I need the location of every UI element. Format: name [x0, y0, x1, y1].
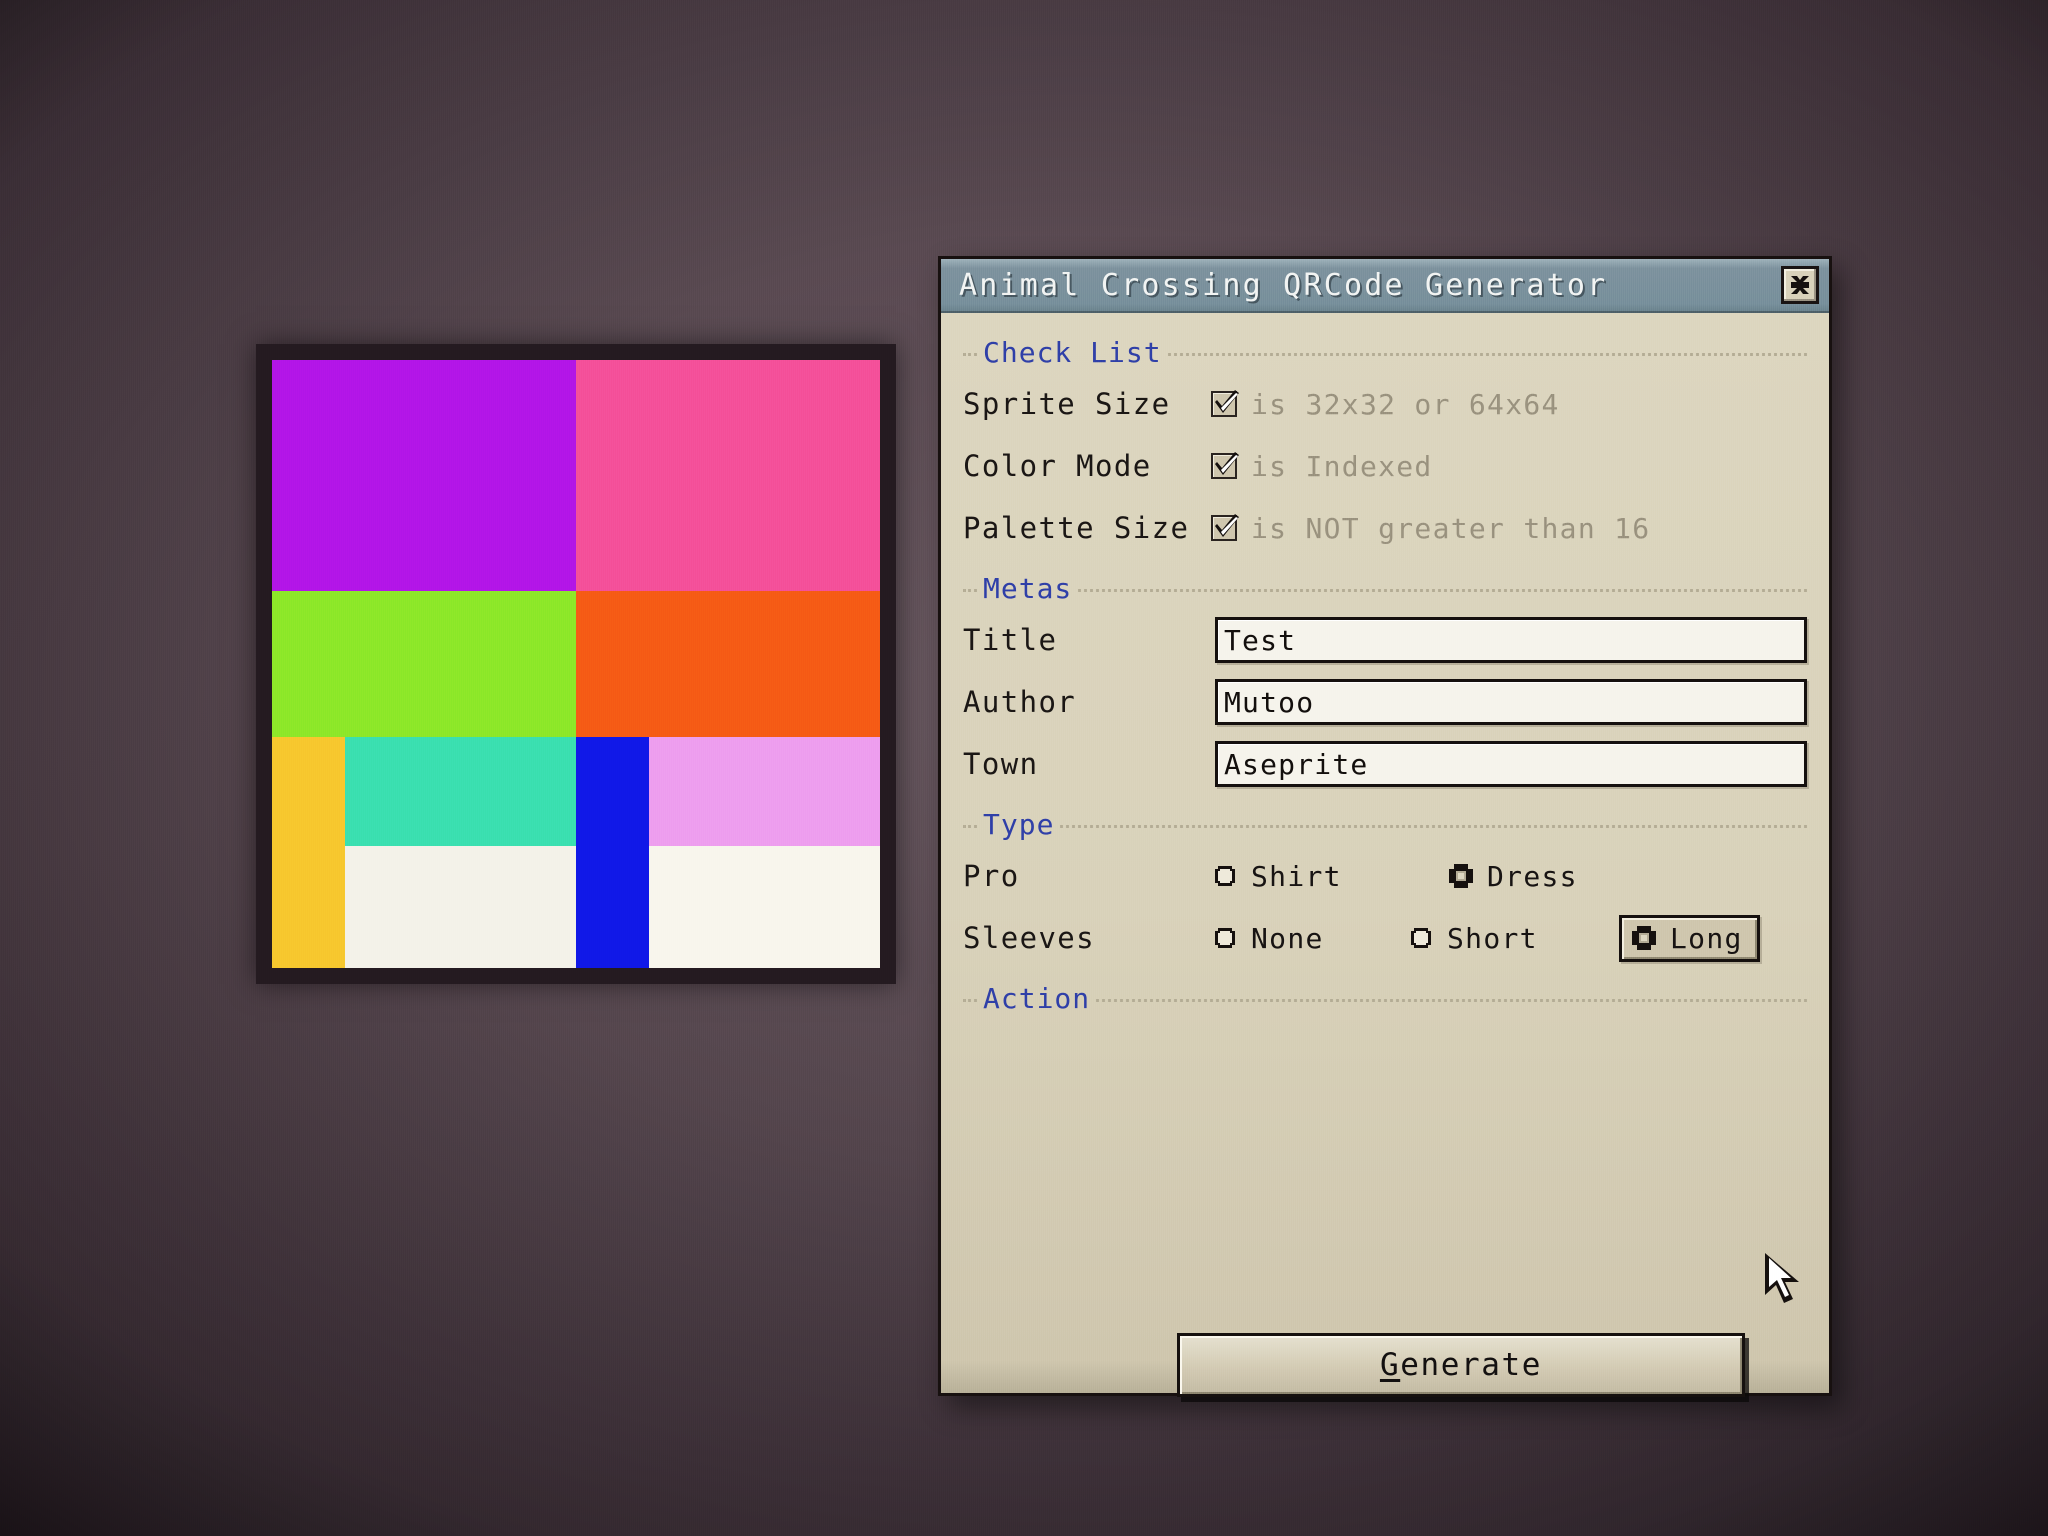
group-dash-right — [1078, 588, 1807, 592]
radio-short[interactable] — [1407, 924, 1435, 952]
check-label-palette-size: Palette Size — [963, 511, 1190, 545]
sprite-color-block — [344, 846, 576, 968]
checkbox-sprite-size[interactable] — [1211, 390, 1239, 417]
generate-button-label: Generate — [1379, 1347, 1543, 1383]
checkmark-icon — [1215, 514, 1239, 537]
sprite-color-grid — [272, 360, 880, 968]
group-header-check-list: Check List — [963, 335, 1807, 369]
checkbox-palette-size[interactable] — [1211, 514, 1239, 541]
check-text-sprite-size: is 32x32 or 64x64 — [1251, 387, 1560, 421]
radio-shirt[interactable] — [1211, 862, 1239, 890]
check-text-palette-size: is NOT greater than 16 — [1251, 511, 1651, 545]
checkmark-icon — [1215, 452, 1239, 475]
radio-long[interactable] — [1630, 924, 1658, 952]
radio-option-long[interactable]: Long — [1619, 914, 1760, 962]
sprite-color-block — [576, 360, 880, 592]
title-input[interactable]: Test — [1215, 617, 1807, 663]
town-input[interactable]: Aseprite — [1215, 741, 1807, 787]
group-dash-left — [963, 998, 977, 1002]
close-icon[interactable] — [1781, 266, 1819, 304]
checkmark-icon — [1215, 390, 1239, 413]
check-text-color-mode: is Indexed — [1251, 449, 1433, 483]
group-title-action: Action — [983, 981, 1091, 1015]
sprite-color-block — [648, 846, 880, 968]
radio-label-long: Long — [1670, 921, 1743, 955]
check-row-color-mode: Color Mode is Indexed — [963, 435, 1807, 497]
radio-unselected-icon — [1215, 928, 1235, 948]
group-title-type: Type — [983, 807, 1055, 841]
radio-option-none[interactable]: None — [1211, 922, 1407, 955]
mouse-pointer-icon — [1761, 1251, 1807, 1309]
type-label-sleeves: Sleeves — [963, 921, 1096, 955]
close-x-glyph — [1791, 276, 1809, 294]
sprite-color-block — [648, 736, 880, 847]
group-header-action: Action — [963, 981, 1807, 1015]
radio-none[interactable] — [1211, 924, 1239, 952]
group-dash-left — [963, 824, 977, 828]
radio-label-none: None — [1251, 921, 1324, 955]
sprite-color-block — [272, 360, 576, 592]
author-input-value: Mutoo — [1224, 685, 1315, 719]
meta-label-title: Title — [963, 623, 1058, 657]
type-label-pro: Pro — [963, 859, 1020, 893]
generate-button[interactable]: Generate — [1177, 1333, 1745, 1397]
group-dash-left — [963, 588, 977, 592]
group-dash-right — [1167, 352, 1807, 356]
meta-label-town: Town — [963, 747, 1039, 781]
radio-label-short: Short — [1447, 921, 1538, 955]
cursor-arrow-glyph — [1765, 1253, 1799, 1303]
checkbox-color-mode[interactable] — [1211, 452, 1239, 479]
radio-option-dress[interactable]: Dress — [1447, 860, 1578, 893]
radio-label-dress: Dress — [1487, 859, 1578, 893]
type-row-pro: Pro Shirt Dress — [963, 845, 1807, 907]
radio-label-shirt: Shirt — [1251, 859, 1342, 893]
title-input-value: Test — [1224, 623, 1297, 657]
radio-selected-icon — [1632, 926, 1656, 950]
meta-row-title: Title Test — [963, 609, 1807, 671]
titlebar[interactable]: Animal Crossing QRCode Generator — [941, 259, 1829, 313]
radio-option-short[interactable]: Short — [1407, 922, 1619, 955]
group-header-metas: Metas — [963, 571, 1807, 605]
check-row-palette-size: Palette Size is NOT greater than 16 — [963, 497, 1807, 559]
meta-row-author: Author Mutoo — [963, 671, 1807, 733]
group-dash-right — [1096, 998, 1807, 1002]
sprite-color-block — [344, 736, 576, 847]
group-dash-left — [963, 352, 977, 356]
check-label-color-mode: Color Mode — [963, 449, 1152, 483]
group-dash-right — [1060, 824, 1807, 828]
group-header-type: Type — [963, 807, 1807, 841]
group-title-metas: Metas — [983, 571, 1073, 605]
sprite-color-block — [576, 736, 649, 968]
meta-row-town: Town Aseprite — [963, 733, 1807, 795]
sprite-color-block — [576, 591, 880, 737]
radio-unselected-icon — [1215, 866, 1235, 886]
meta-label-author: Author — [963, 685, 1077, 719]
check-row-sprite-size: Sprite Size is 32x32 or 64x64 — [963, 373, 1807, 435]
town-input-value: Aseprite — [1224, 747, 1369, 781]
window-title: Animal Crossing QRCode Generator — [959, 267, 1608, 303]
radio-option-shirt[interactable]: Shirt — [1211, 860, 1447, 893]
check-label-sprite-size: Sprite Size — [963, 387, 1171, 421]
type-row-sleeves: Sleeves None Short Long — [963, 907, 1807, 969]
sprite-preview — [256, 344, 896, 984]
dialog-client-area: Check List Sprite Size is 32x32 or 64x64… — [941, 313, 1829, 1397]
sprite-color-block — [272, 736, 345, 968]
group-title-check-list: Check List — [983, 335, 1162, 369]
radio-dress[interactable] — [1447, 862, 1475, 890]
radio-unselected-icon — [1411, 928, 1431, 948]
sprite-color-block — [272, 591, 576, 737]
author-input[interactable]: Mutoo — [1215, 679, 1807, 725]
radio-selected-icon — [1449, 864, 1473, 888]
qrcode-generator-dialog: Animal Crossing QRCode Generator Check L… — [938, 256, 1832, 1397]
